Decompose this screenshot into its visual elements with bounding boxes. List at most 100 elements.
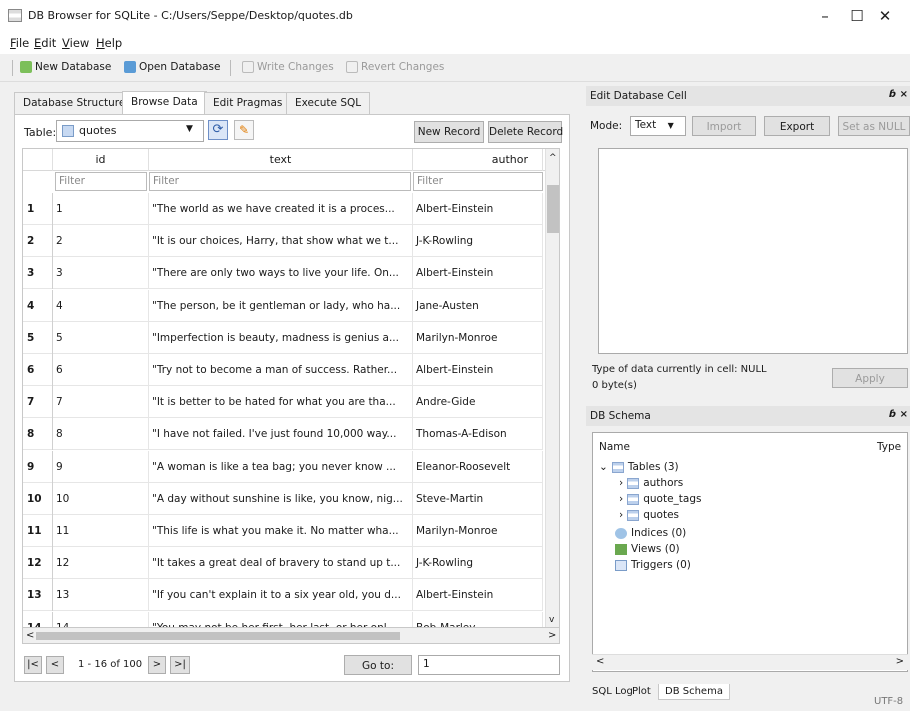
- filter-input-text[interactable]: Filter: [149, 172, 411, 191]
- schema-header-name[interactable]: Name: [599, 441, 630, 453]
- table-row[interactable]: 2 2 "It is our choices, Harry, that show w…: [23, 225, 543, 258]
- tree-node-views[interactable]: Views (0): [615, 543, 680, 555]
- clear-filters-icon[interactable]: ✎: [234, 120, 254, 140]
- cell-id[interactable]: 13: [53, 579, 149, 612]
- cell-id[interactable]: 14: [53, 611, 149, 627]
- delete-record-button[interactable]: Delete Record: [488, 121, 563, 143]
- cell-author[interactable]: Thomas-A-Edison: [413, 418, 543, 451]
- schema-horizontal-scrollbar[interactable]: < >: [592, 654, 908, 670]
- row-number[interactable]: 8: [23, 418, 53, 451]
- table-row[interactable]: 1 1 "The world as we have created it is a …: [23, 193, 543, 225]
- cell-text[interactable]: "It takes a great deal of bravery to sta…: [149, 547, 413, 580]
- close-button[interactable]: ✕: [862, 4, 908, 28]
- cell-id[interactable]: 5: [53, 321, 149, 354]
- scroll-up-icon[interactable]: ^: [549, 153, 557, 163]
- table-row[interactable]: 10 10 "A day without sunshine is like, you…: [23, 482, 543, 515]
- cell-author[interactable]: Marilyn-Monroe: [413, 515, 543, 547]
- scroll-left-icon[interactable]: <: [596, 656, 604, 667]
- row-number[interactable]: 10: [23, 482, 53, 515]
- last-record-button[interactable]: >|: [170, 656, 190, 674]
- cell-author[interactable]: Andre-Gide: [413, 386, 543, 419]
- cell-id[interactable]: 3: [53, 257, 149, 290]
- table-row[interactable]: 8 8 "I have not failed. I've just found 10…: [23, 418, 543, 451]
- cell-id[interactable]: 1: [53, 193, 149, 225]
- table-row[interactable]: 12 12 "It takes a great deal of bravery to…: [23, 547, 543, 580]
- chevron-right-icon[interactable]: ›: [619, 477, 623, 489]
- cell-author[interactable]: Albert-Einstein: [413, 354, 543, 386]
- cell-author[interactable]: Jane-Austen: [413, 289, 543, 322]
- cell-author[interactable]: Albert-Einstein: [413, 193, 543, 225]
- cell-editor[interactable]: [598, 148, 908, 354]
- row-number[interactable]: 3: [23, 257, 53, 290]
- mode-select[interactable]: Text ▼: [630, 116, 686, 136]
- cell-author[interactable]: Albert-Einstein: [413, 257, 543, 290]
- cell-id[interactable]: 9: [53, 450, 149, 483]
- cell-text[interactable]: "A day without sunshine is like, you kno…: [149, 482, 413, 515]
- row-number[interactable]: 6: [23, 354, 53, 386]
- table-row[interactable]: 14 14 "You may not be her first, her last,…: [23, 611, 543, 627]
- open-database-button[interactable]: Open Database: [124, 61, 220, 73]
- column-header-text[interactable]: text: [149, 149, 413, 171]
- refresh-icon[interactable]: ⟳: [208, 120, 228, 140]
- tab-database-structure[interactable]: Database Structure: [14, 92, 135, 114]
- cell-text[interactable]: "It is better to be hated for what you a…: [149, 386, 413, 419]
- cell-text[interactable]: "There are only two ways to live your li…: [149, 257, 413, 290]
- cell-id[interactable]: 4: [53, 289, 149, 322]
- cell-author[interactable]: Eleanor-Roosevelt: [413, 450, 543, 483]
- set-as-null-button[interactable]: Set as NULL: [838, 116, 910, 136]
- table-row[interactable]: 7 7 "It is better to be hated for what you…: [23, 386, 543, 419]
- cell-id[interactable]: 7: [53, 386, 149, 419]
- tab-plot[interactable]: Plot: [626, 684, 657, 699]
- schema-header-type[interactable]: Type: [877, 441, 901, 453]
- goto-button[interactable]: Go to:: [344, 655, 412, 675]
- row-number[interactable]: 2: [23, 225, 53, 258]
- cell-id[interactable]: 8: [53, 418, 149, 451]
- tree-node-triggers[interactable]: Triggers (0): [615, 559, 691, 571]
- first-record-button[interactable]: |<: [24, 656, 42, 674]
- cell-author[interactable]: Bob-Marley: [413, 611, 543, 627]
- row-number[interactable]: 4: [23, 289, 53, 322]
- cell-author[interactable]: Steve-Martin: [413, 482, 543, 515]
- tree-node-authors[interactable]: › authors: [619, 477, 683, 489]
- cell-id[interactable]: 6: [53, 354, 149, 386]
- cell-text[interactable]: "You may not be her first, her last, or …: [149, 611, 413, 627]
- corner-cell[interactable]: [23, 149, 53, 171]
- table-row[interactable]: 6 6 "Try not to become a man of success. R…: [23, 354, 543, 386]
- cell-id[interactable]: 2: [53, 225, 149, 258]
- row-number[interactable]: 11: [23, 515, 53, 547]
- row-number[interactable]: 13: [23, 579, 53, 612]
- table-row[interactable]: 13 13 "If you can't explain it to a six ye…: [23, 579, 543, 612]
- goto-input[interactable]: 1: [418, 655, 560, 675]
- cell-text[interactable]: "The world as we have created it is a pr…: [149, 193, 413, 225]
- chevron-right-icon[interactable]: ›: [619, 509, 623, 521]
- cell-author[interactable]: J-K-Rowling: [413, 225, 543, 258]
- tree-node-tables[interactable]: ⌄ Tables (3): [599, 461, 679, 473]
- tab-execute-sql[interactable]: Execute SQL: [286, 92, 371, 114]
- cell-author[interactable]: J-K-Rowling: [413, 547, 543, 580]
- table-row[interactable]: 4 4 "The person, be it gentleman or lady, …: [23, 289, 543, 322]
- vertical-scroll-thumb[interactable]: [547, 185, 559, 233]
- new-record-button[interactable]: New Record: [414, 121, 484, 143]
- tree-node-quotes[interactable]: › quotes: [619, 509, 679, 521]
- cell-author[interactable]: Albert-Einstein: [413, 579, 543, 612]
- tree-node-quote-tags[interactable]: › quote_tags: [619, 493, 701, 505]
- menu-file[interactable]: File: [10, 36, 29, 50]
- cell-text[interactable]: "Imperfection is beauty, madness is geni…: [149, 321, 413, 354]
- tab-db-schema[interactable]: DB Schema: [658, 684, 730, 700]
- cell-text[interactable]: "I have not failed. I've just found 10,0…: [149, 418, 413, 451]
- import-button[interactable]: Import: [692, 116, 756, 136]
- row-number[interactable]: 5: [23, 321, 53, 354]
- table-row[interactable]: 3 3 "There are only two ways to live your …: [23, 257, 543, 290]
- cell-author[interactable]: Marilyn-Monroe: [413, 321, 543, 354]
- cell-text[interactable]: "A woman is like a tea bag; you never kn…: [149, 450, 413, 483]
- cell-text[interactable]: "It is our choices, Harry, that show wha…: [149, 225, 413, 258]
- tree-node-indices[interactable]: Indices (0): [615, 527, 686, 539]
- row-number[interactable]: 7: [23, 386, 53, 419]
- row-number[interactable]: 14: [23, 611, 53, 627]
- chevron-right-icon[interactable]: ›: [619, 493, 623, 505]
- column-header-author[interactable]: author: [413, 149, 543, 171]
- row-number[interactable]: 1: [23, 193, 53, 225]
- revert-changes-button[interactable]: Revert Changes: [346, 61, 444, 73]
- next-page-button[interactable]: >: [148, 656, 166, 674]
- tab-edit-pragmas[interactable]: Edit Pragmas: [204, 92, 292, 114]
